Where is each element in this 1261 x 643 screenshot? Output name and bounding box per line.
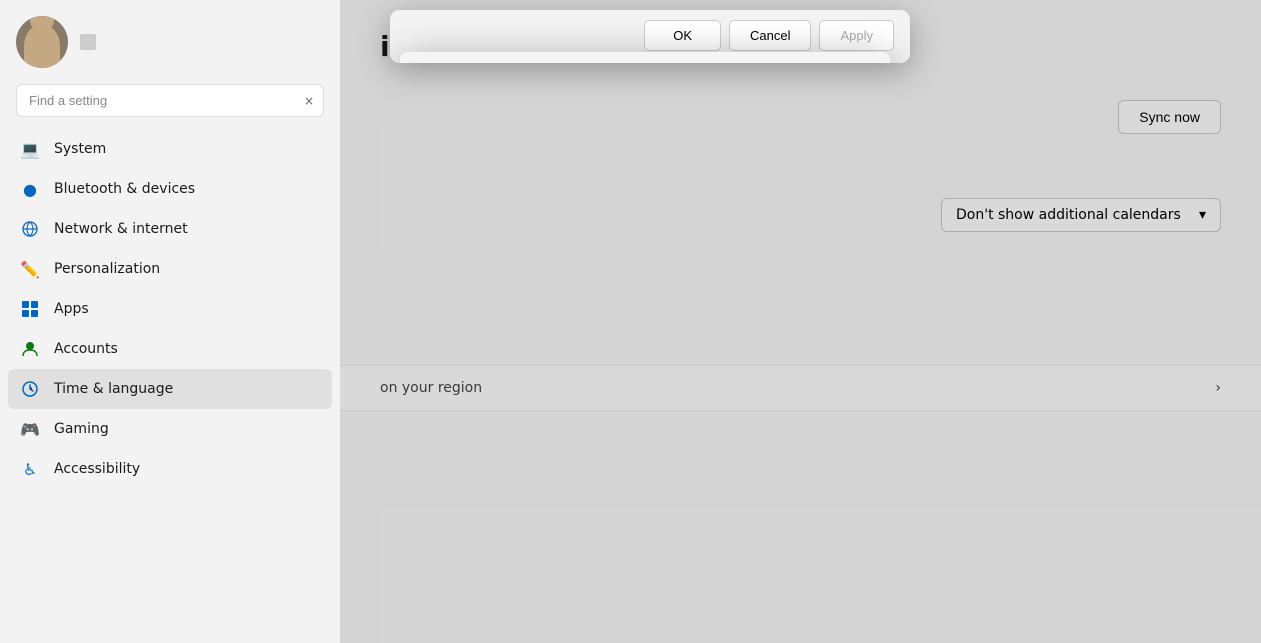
search-input[interactable] xyxy=(16,84,324,117)
sidebar-item-label-accounts: Accounts xyxy=(54,341,118,357)
sidebar: × 💻 System ● Bluetooth & devices Network… xyxy=(0,0,340,643)
sidebar-item-accessibility[interactable]: ♿ Accessibility xyxy=(8,449,332,489)
sidebar-item-label-gaming: Gaming xyxy=(54,421,109,437)
sidebar-item-time[interactable]: Time & language xyxy=(8,369,332,409)
sidebar-item-label-accessibility: Accessibility xyxy=(54,461,140,477)
gaming-icon: 🎮 xyxy=(20,419,40,439)
sidebar-item-label-bluetooth: Bluetooth & devices xyxy=(54,181,195,197)
sidebar-item-accounts[interactable]: Accounts xyxy=(8,329,332,369)
nav-items: 💻 System ● Bluetooth & devices Network &… xyxy=(0,125,340,643)
profile-name-box xyxy=(80,34,96,50)
sidebar-item-label-time: Time & language xyxy=(54,381,173,397)
personalization-icon: ✏️ xyxy=(20,259,40,279)
main-content: ime Sync now Don't show additional calen… xyxy=(340,0,1261,643)
sidebar-item-gaming[interactable]: 🎮 Gaming xyxy=(8,409,332,449)
avatar xyxy=(16,16,68,68)
sidebar-item-label-personalization: Personalization xyxy=(54,261,160,277)
time-icon xyxy=(20,379,40,399)
dialog-date-time-apply-button[interactable]: Apply xyxy=(819,20,894,51)
system-icon: 💻 xyxy=(20,139,40,159)
search-box: × xyxy=(16,84,324,117)
dialog-date-time: Date and Time ✕ Internet Time Settings ✕… xyxy=(390,10,910,63)
sidebar-item-network[interactable]: Network & internet xyxy=(8,209,332,249)
dialog-internet-time: Internet Time Settings ✕ Configure Inter… xyxy=(400,52,890,63)
profile-section xyxy=(0,0,340,80)
dialog-internet-time-titlebar: Internet Time Settings ✕ xyxy=(400,52,890,63)
sidebar-item-personalization[interactable]: ✏️ Personalization xyxy=(8,249,332,289)
search-clear-button[interactable]: × xyxy=(304,94,314,108)
sidebar-item-system[interactable]: 💻 System xyxy=(8,129,332,169)
accessibility-icon: ♿ xyxy=(20,459,40,479)
sidebar-item-bluetooth[interactable]: ● Bluetooth & devices xyxy=(8,169,332,209)
sidebar-item-label-apps: Apps xyxy=(54,301,89,317)
sidebar-item-label-system: System xyxy=(54,141,106,157)
dialog-internet-time-close-button[interactable]: ✕ xyxy=(850,62,876,63)
dialog-date-time-ok-button[interactable]: OK xyxy=(644,20,721,51)
apps-icon xyxy=(20,299,40,319)
dialog-date-time-cancel-button[interactable]: Cancel xyxy=(729,20,811,51)
accounts-icon xyxy=(20,339,40,359)
sidebar-item-apps[interactable]: Apps xyxy=(8,289,332,329)
overlay xyxy=(340,0,1261,643)
bluetooth-icon: ● xyxy=(20,179,40,199)
sidebar-item-label-network: Network & internet xyxy=(54,221,188,237)
network-icon xyxy=(20,219,40,239)
